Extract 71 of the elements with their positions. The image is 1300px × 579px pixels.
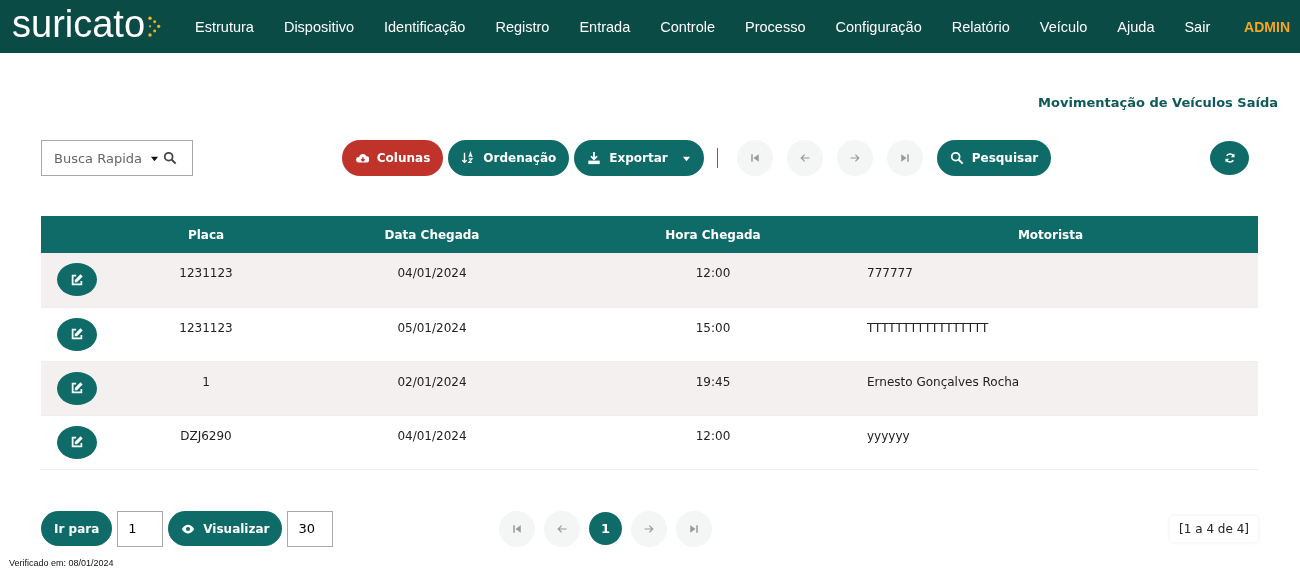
edit-icon bbox=[70, 435, 84, 449]
verified-date: Verificado em: 08/01/2024 bbox=[9, 557, 115, 568]
column-header: Placa bbox=[131, 216, 281, 253]
first-page-icon bbox=[511, 522, 523, 535]
menu-item[interactable]: Processo bbox=[745, 18, 806, 35]
toolbar-button[interactable]: Colunas bbox=[341, 140, 444, 176]
menu-item[interactable]: Dispositivo bbox=[283, 18, 354, 35]
left-arrow-icon bbox=[798, 152, 811, 164]
sort-icon bbox=[461, 151, 476, 165]
cloud-download-icon bbox=[354, 151, 369, 165]
page-input[interactable]: 1 bbox=[117, 510, 164, 547]
table-cell: 04/01/2024 bbox=[281, 415, 583, 469]
menu-item[interactable]: Veículo bbox=[1039, 18, 1088, 35]
menu-item[interactable]: Entrada bbox=[579, 18, 631, 35]
table-cell: 05/01/2024 bbox=[281, 307, 583, 361]
edit-icon bbox=[70, 272, 84, 287]
edit-button[interactable] bbox=[57, 425, 97, 459]
table-cell: TTTTTTTTTTTTTTTTT bbox=[843, 307, 1258, 361]
table-cell: 1231123 bbox=[131, 253, 281, 307]
table-cell: yyyyyy bbox=[843, 415, 1258, 469]
toolbar-button[interactable]: Exportar bbox=[574, 140, 704, 176]
page-title: Movimentação de Veículos Saída bbox=[1038, 95, 1278, 110]
edit-icon bbox=[70, 327, 84, 341]
download-icon bbox=[587, 151, 602, 165]
right-arrow-icon bbox=[848, 152, 861, 164]
menu-item[interactable]: Identificação bbox=[384, 18, 466, 35]
menu-item[interactable]: Registro bbox=[495, 18, 550, 35]
toolbar-button[interactable]: Pesquisar bbox=[936, 140, 1052, 176]
menu-item[interactable]: Sair bbox=[1184, 18, 1211, 35]
table-cell: 777777 bbox=[843, 253, 1258, 307]
toolbar-button[interactable]: Ordenação bbox=[448, 140, 570, 176]
table-cell: 04/01/2024 bbox=[281, 253, 583, 307]
caret-icon bbox=[150, 154, 159, 163]
user-name[interactable]: ADMIN bbox=[1244, 18, 1290, 35]
table-cell: 1 bbox=[131, 361, 281, 415]
menu-item[interactable]: Estrutura bbox=[195, 18, 254, 35]
page-number-button[interactable]: 1 bbox=[589, 512, 622, 545]
edit-button[interactable] bbox=[57, 317, 97, 351]
left-arrow-icon bbox=[556, 522, 568, 535]
menu-item[interactable]: Configuração bbox=[835, 18, 922, 35]
menu-item[interactable]: Relatório bbox=[951, 18, 1010, 35]
last-page-icon bbox=[688, 522, 700, 535]
column-header: Data Chegada bbox=[281, 216, 583, 253]
search-icon bbox=[949, 151, 964, 165]
edit-button[interactable] bbox=[57, 263, 97, 296]
view-button[interactable]: Visualizar bbox=[168, 511, 283, 546]
table-cell: 12:00 bbox=[583, 253, 843, 307]
search-field[interactable]: Busca Rapida bbox=[41, 140, 193, 176]
table-cell: Ernesto Gonçalves Rocha bbox=[843, 361, 1258, 415]
table-cell: 12:00 bbox=[583, 415, 843, 469]
table-cell: 1231123 bbox=[131, 307, 281, 361]
table-cell: DZJ6290 bbox=[131, 415, 281, 469]
right-arrow-icon bbox=[643, 522, 655, 535]
edit-icon bbox=[70, 381, 84, 395]
menu-item[interactable]: Controle bbox=[660, 18, 716, 35]
last-page-icon bbox=[898, 152, 911, 164]
first-page-icon bbox=[748, 152, 761, 164]
table-cell: 02/01/2024 bbox=[281, 361, 583, 415]
refresh-button[interactable] bbox=[1210, 141, 1249, 175]
go-to-button[interactable]: Ir para bbox=[41, 511, 113, 546]
refresh-icon bbox=[1223, 152, 1236, 164]
page-size-input[interactable]: 30 bbox=[287, 510, 334, 547]
column-header: Motorista bbox=[843, 216, 1258, 253]
search-icon bbox=[163, 151, 177, 165]
column-header: Hora Chegada bbox=[583, 216, 843, 253]
edit-button[interactable] bbox=[57, 371, 97, 405]
logo-text[interactable]: suricato bbox=[12, 3, 146, 44]
menu-item[interactable]: Ajuda bbox=[1117, 18, 1155, 35]
table-cell: 19:45 bbox=[583, 361, 843, 415]
table-cell: 15:00 bbox=[583, 307, 843, 361]
record-range: [1 a 4 de 4] bbox=[1170, 515, 1258, 542]
